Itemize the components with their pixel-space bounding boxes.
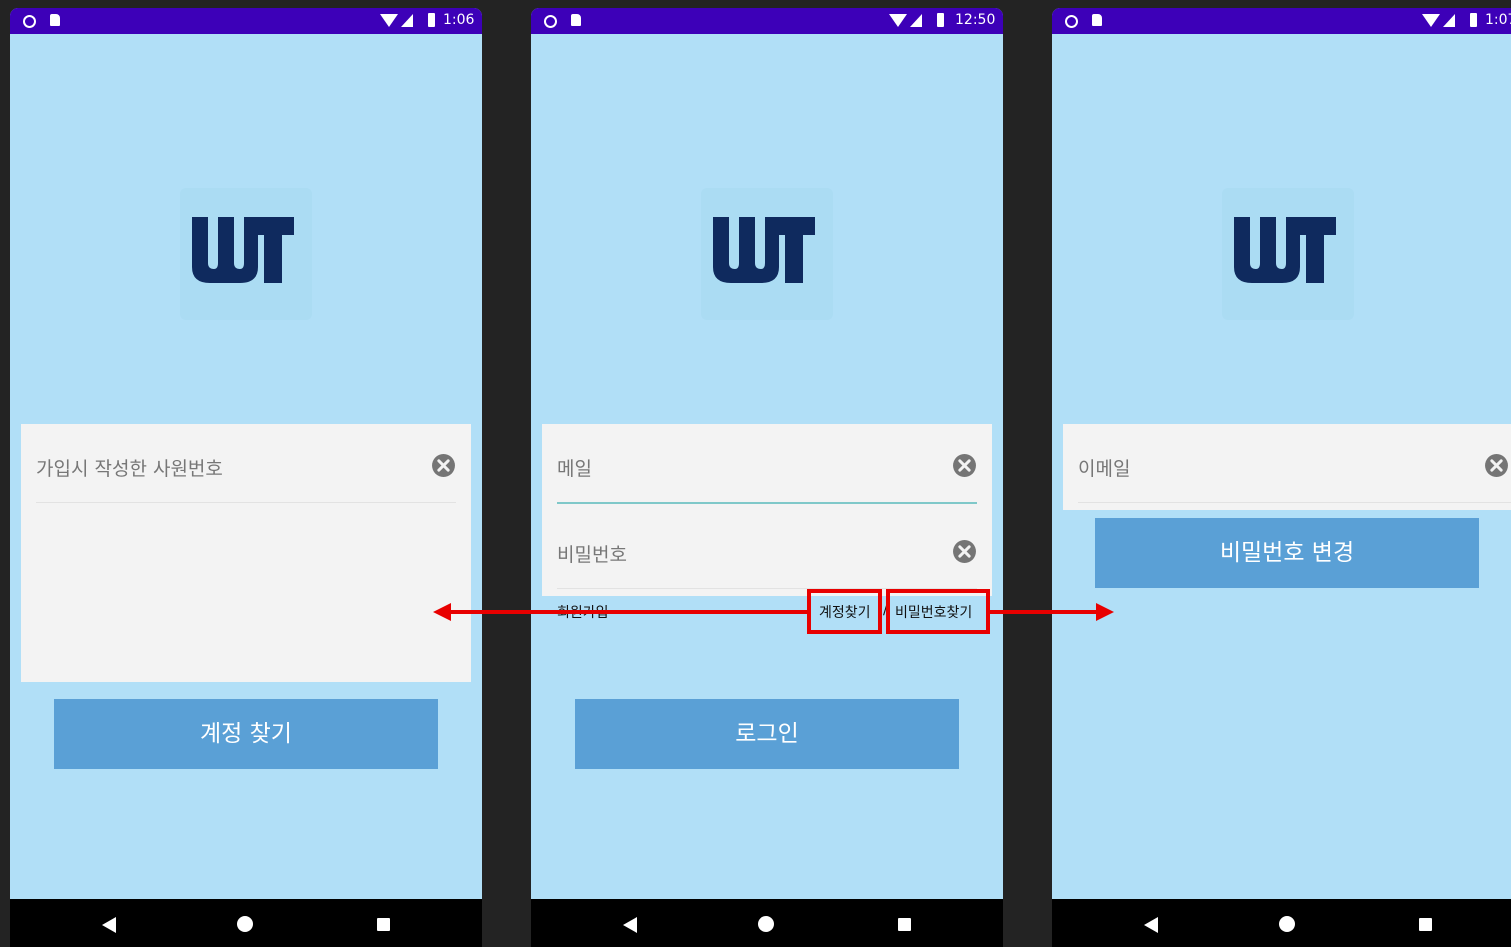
email-placeholder: 이메일 [1078, 458, 1131, 480]
notification-icon [544, 15, 557, 28]
status-bar: 1:07 [1052, 8, 1511, 34]
employee-id-field[interactable]: 가입시 작성한 사원번호 [36, 424, 456, 503]
status-bar: 1:06 [10, 8, 482, 34]
back-icon[interactable] [1144, 917, 1158, 933]
clear-icon[interactable] [431, 453, 456, 478]
wifi-icon [889, 14, 907, 27]
home-icon[interactable] [1279, 916, 1295, 932]
status-bar: 12:50 [531, 8, 1003, 34]
password-placeholder: 비밀번호 [557, 544, 627, 566]
arrow-right-head [1096, 603, 1114, 621]
notification-icon [1065, 15, 1078, 28]
find-password-screen: 1:07 이메일 비밀번호 변경 [1052, 8, 1511, 947]
clear-icon[interactable] [1484, 453, 1509, 478]
signal-icon [401, 14, 413, 27]
clock: 1:06 [443, 12, 475, 28]
arrow-right-line [990, 610, 1098, 614]
wt-logo-icon [713, 217, 815, 283]
login-form: 메일 비밀번호 [542, 424, 992, 596]
find-account-screen: 1:06 가입시 작성한 사원번호 계정 찾기 [10, 8, 482, 947]
clear-icon[interactable] [952, 539, 977, 564]
clock: 1:07 [1485, 12, 1511, 28]
app-logo [1222, 188, 1354, 320]
change-password-button[interactable]: 비밀번호 변경 [1095, 518, 1479, 588]
app-logo [180, 188, 312, 320]
employee-id-placeholder: 가입시 작성한 사원번호 [36, 458, 223, 480]
signal-icon [910, 14, 922, 27]
login-screen: 12:50 메일 비밀번호 회원가입 계정찾기 / 비밀번호찾기 로그인 [531, 8, 1003, 947]
sd-card-icon [50, 14, 60, 26]
back-icon[interactable] [623, 917, 637, 933]
recents-icon[interactable] [377, 918, 390, 931]
find-password-form: 이메일 [1063, 424, 1511, 510]
find-account-button[interactable]: 계정 찾기 [54, 699, 438, 769]
wt-logo-icon [1234, 217, 1336, 283]
find-account-form: 가입시 작성한 사원번호 [21, 424, 471, 682]
signal-icon [1443, 14, 1455, 27]
back-icon[interactable] [102, 917, 116, 933]
password-field[interactable]: 비밀번호 [557, 510, 977, 589]
recents-icon[interactable] [1419, 918, 1432, 931]
email-placeholder: 메일 [557, 458, 592, 480]
email-field[interactable]: 이메일 [1078, 424, 1511, 503]
arrow-left-head [433, 603, 451, 621]
battery-icon [428, 13, 435, 27]
navigation-bar [1052, 899, 1511, 947]
notification-icon [23, 15, 36, 28]
sd-card-icon [571, 14, 581, 26]
navigation-bar [531, 899, 1003, 947]
battery-icon [1470, 13, 1477, 27]
wifi-icon [380, 14, 398, 27]
find-account-highlight [807, 589, 882, 634]
wifi-icon [1422, 14, 1440, 27]
recents-icon[interactable] [898, 918, 911, 931]
wt-logo-icon [192, 217, 294, 283]
clear-icon[interactable] [952, 453, 977, 478]
login-button[interactable]: 로그인 [575, 699, 959, 769]
home-icon[interactable] [758, 916, 774, 932]
battery-icon [937, 13, 944, 27]
navigation-bar [10, 899, 482, 947]
app-logo [701, 188, 833, 320]
find-password-highlight [886, 589, 990, 634]
sd-card-icon [1092, 14, 1102, 26]
home-icon[interactable] [237, 916, 253, 932]
email-field[interactable]: 메일 [557, 424, 977, 504]
clock: 12:50 [955, 12, 996, 28]
arrow-left-line [450, 610, 808, 614]
